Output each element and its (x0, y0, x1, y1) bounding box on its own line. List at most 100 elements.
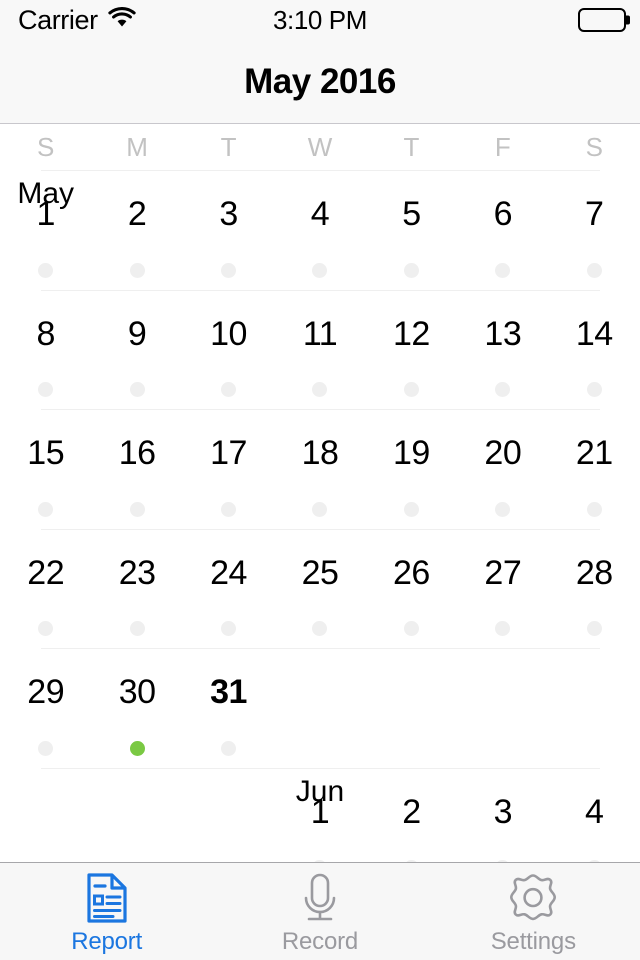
day-event-dot (129, 262, 145, 278)
day-number: 25 (301, 553, 339, 592)
page-title: May 2016 (244, 61, 396, 101)
calendar-day-cell[interactable]: 4 (274, 171, 365, 290)
day-event-dot (495, 501, 511, 517)
day-event-dot (586, 382, 602, 398)
day-number: 5 (402, 195, 421, 233)
day-event-dot (403, 382, 419, 398)
day-event-dot (38, 501, 54, 517)
day-number: 18 (301, 434, 339, 472)
day-number: 23 (118, 553, 156, 592)
day-number: 16 (118, 434, 156, 472)
gear-icon (507, 872, 559, 924)
day-number: 8 (36, 314, 56, 353)
calendar-day-empty: 0 (274, 649, 365, 768)
day-event-dot (129, 501, 145, 517)
calendar-day-cell[interactable]: 24 (183, 530, 274, 649)
battery-full-icon (578, 8, 630, 32)
tab-record[interactable]: Record (213, 863, 426, 960)
document-report-icon (82, 872, 132, 924)
calendar-day-cell[interactable]: 3 (183, 171, 274, 290)
calendar-day-cell[interactable]: 26 (366, 530, 457, 649)
calendar-day-cell[interactable]: May 1 (0, 171, 91, 290)
calendar-day-cell[interactable]: 29 (0, 649, 91, 768)
calendar-day-cell[interactable]: 19 (366, 410, 457, 529)
day-number: 10 (210, 314, 247, 353)
weekday-header-2: T (220, 132, 237, 162)
calendar-day-cell[interactable]: 13 (457, 291, 548, 410)
day-event-dot (129, 621, 145, 637)
day-number: 15 (27, 434, 65, 472)
calendar-day-cell[interactable]: 8 (0, 291, 91, 410)
weekday-header-0: S (37, 132, 55, 162)
calendar-day-cell[interactable]: 25 (274, 530, 365, 649)
calendar-day-cell[interactable]: 10 (183, 291, 274, 410)
status-bar-right (578, 0, 630, 40)
calendar-day-empty: 0 (549, 649, 640, 768)
day-number: 13 (484, 314, 522, 353)
day-event-dot (38, 740, 54, 756)
day-event-dot (129, 382, 145, 398)
calendar-week-row: 22 23 24 25 26 27 28 (0, 528, 640, 649)
day-event-dot (403, 501, 419, 517)
day-number: 21 (575, 434, 613, 472)
tab-settings[interactable]: Settings (427, 863, 640, 960)
tab-report[interactable]: Report (0, 863, 213, 960)
calendar-grid[interactable]: May 1 2 3 4 5 6 7 8 9 10 11 12 13 14 15 16 17 18 19 20 21 22 23… (0, 170, 640, 876)
calendar-day-cell[interactable]: 14 (549, 291, 640, 410)
day-event-dot-active (129, 740, 145, 756)
day-event-dot (221, 621, 237, 637)
nav-bar: May 2016 (0, 40, 640, 124)
calendar-day-cell[interactable]: 2 (91, 171, 182, 290)
tab-label: Record (281, 927, 359, 955)
calendar-day-cell[interactable]: 17 (183, 410, 274, 529)
day-number: 19 (392, 434, 430, 472)
calendar-day-cell[interactable]: 28 (549, 530, 640, 649)
calendar-day-cell[interactable]: 12 (366, 291, 457, 410)
calendar-day-cell[interactable]: 23 (91, 530, 182, 649)
day-event-dot (403, 262, 419, 278)
day-event-dot (38, 621, 54, 637)
day-event-dot (38, 262, 54, 278)
status-bar-center: 3:10 PM (0, 0, 640, 40)
weekday-header-row: SMTWTFS (0, 125, 640, 170)
day-number: 20 (484, 434, 522, 472)
calendar-day-cell[interactable]: 16 (91, 410, 182, 529)
day-number: 31 (210, 673, 247, 711)
calendar-day-cell[interactable]: 20 (457, 410, 548, 529)
day-event-dot (495, 382, 511, 398)
tab-label: Report (71, 927, 143, 955)
day-event-dot (312, 621, 328, 637)
calendar-day-cell[interactable]: 31 (183, 649, 274, 768)
day-number: 14 (575, 314, 613, 353)
day-number: 4 (310, 195, 330, 233)
calendar-day-cell[interactable]: 6 (457, 171, 548, 290)
day-event-dot (221, 382, 237, 398)
day-event-dot (495, 262, 511, 278)
tab-label: Settings (490, 927, 576, 955)
weekday-header-5: F (494, 132, 511, 162)
calendar-day-cell[interactable]: 5 (366, 171, 457, 290)
calendar-day-cell[interactable]: 15 (0, 410, 91, 529)
day-number: 2 (127, 195, 147, 233)
calendar-day-cell[interactable]: 22 (0, 530, 91, 649)
day-number: 9 (127, 314, 147, 353)
calendar-day-cell[interactable]: 18 (274, 410, 365, 529)
clock-label: 3:10 PM (272, 4, 368, 35)
weekday-header-6: S (585, 132, 603, 162)
day-number: 26 (392, 553, 430, 592)
day-event-dot (221, 262, 237, 278)
calendar-day-cell[interactable]: 7 (549, 171, 640, 290)
weekday-header-3: W (307, 132, 333, 162)
calendar-day-cell[interactable]: 11 (274, 291, 365, 410)
day-number: 28 (575, 553, 613, 592)
day-event-dot (312, 501, 328, 517)
day-number: 11 (302, 314, 338, 353)
calendar-day-cell[interactable]: 27 (457, 530, 548, 649)
calendar-day-cell[interactable]: 30 (91, 649, 182, 768)
day-event-dot (403, 621, 419, 637)
calendar-day-cell[interactable]: 9 (91, 291, 182, 410)
app-root: Carrier 3:10 PM May 2016 SMTWTFS May 1 2 3 4… (0, 0, 640, 960)
calendar-day-cell[interactable]: 21 (549, 410, 640, 529)
day-number: 4 (585, 792, 604, 831)
weekday-header-1: M (126, 132, 148, 162)
